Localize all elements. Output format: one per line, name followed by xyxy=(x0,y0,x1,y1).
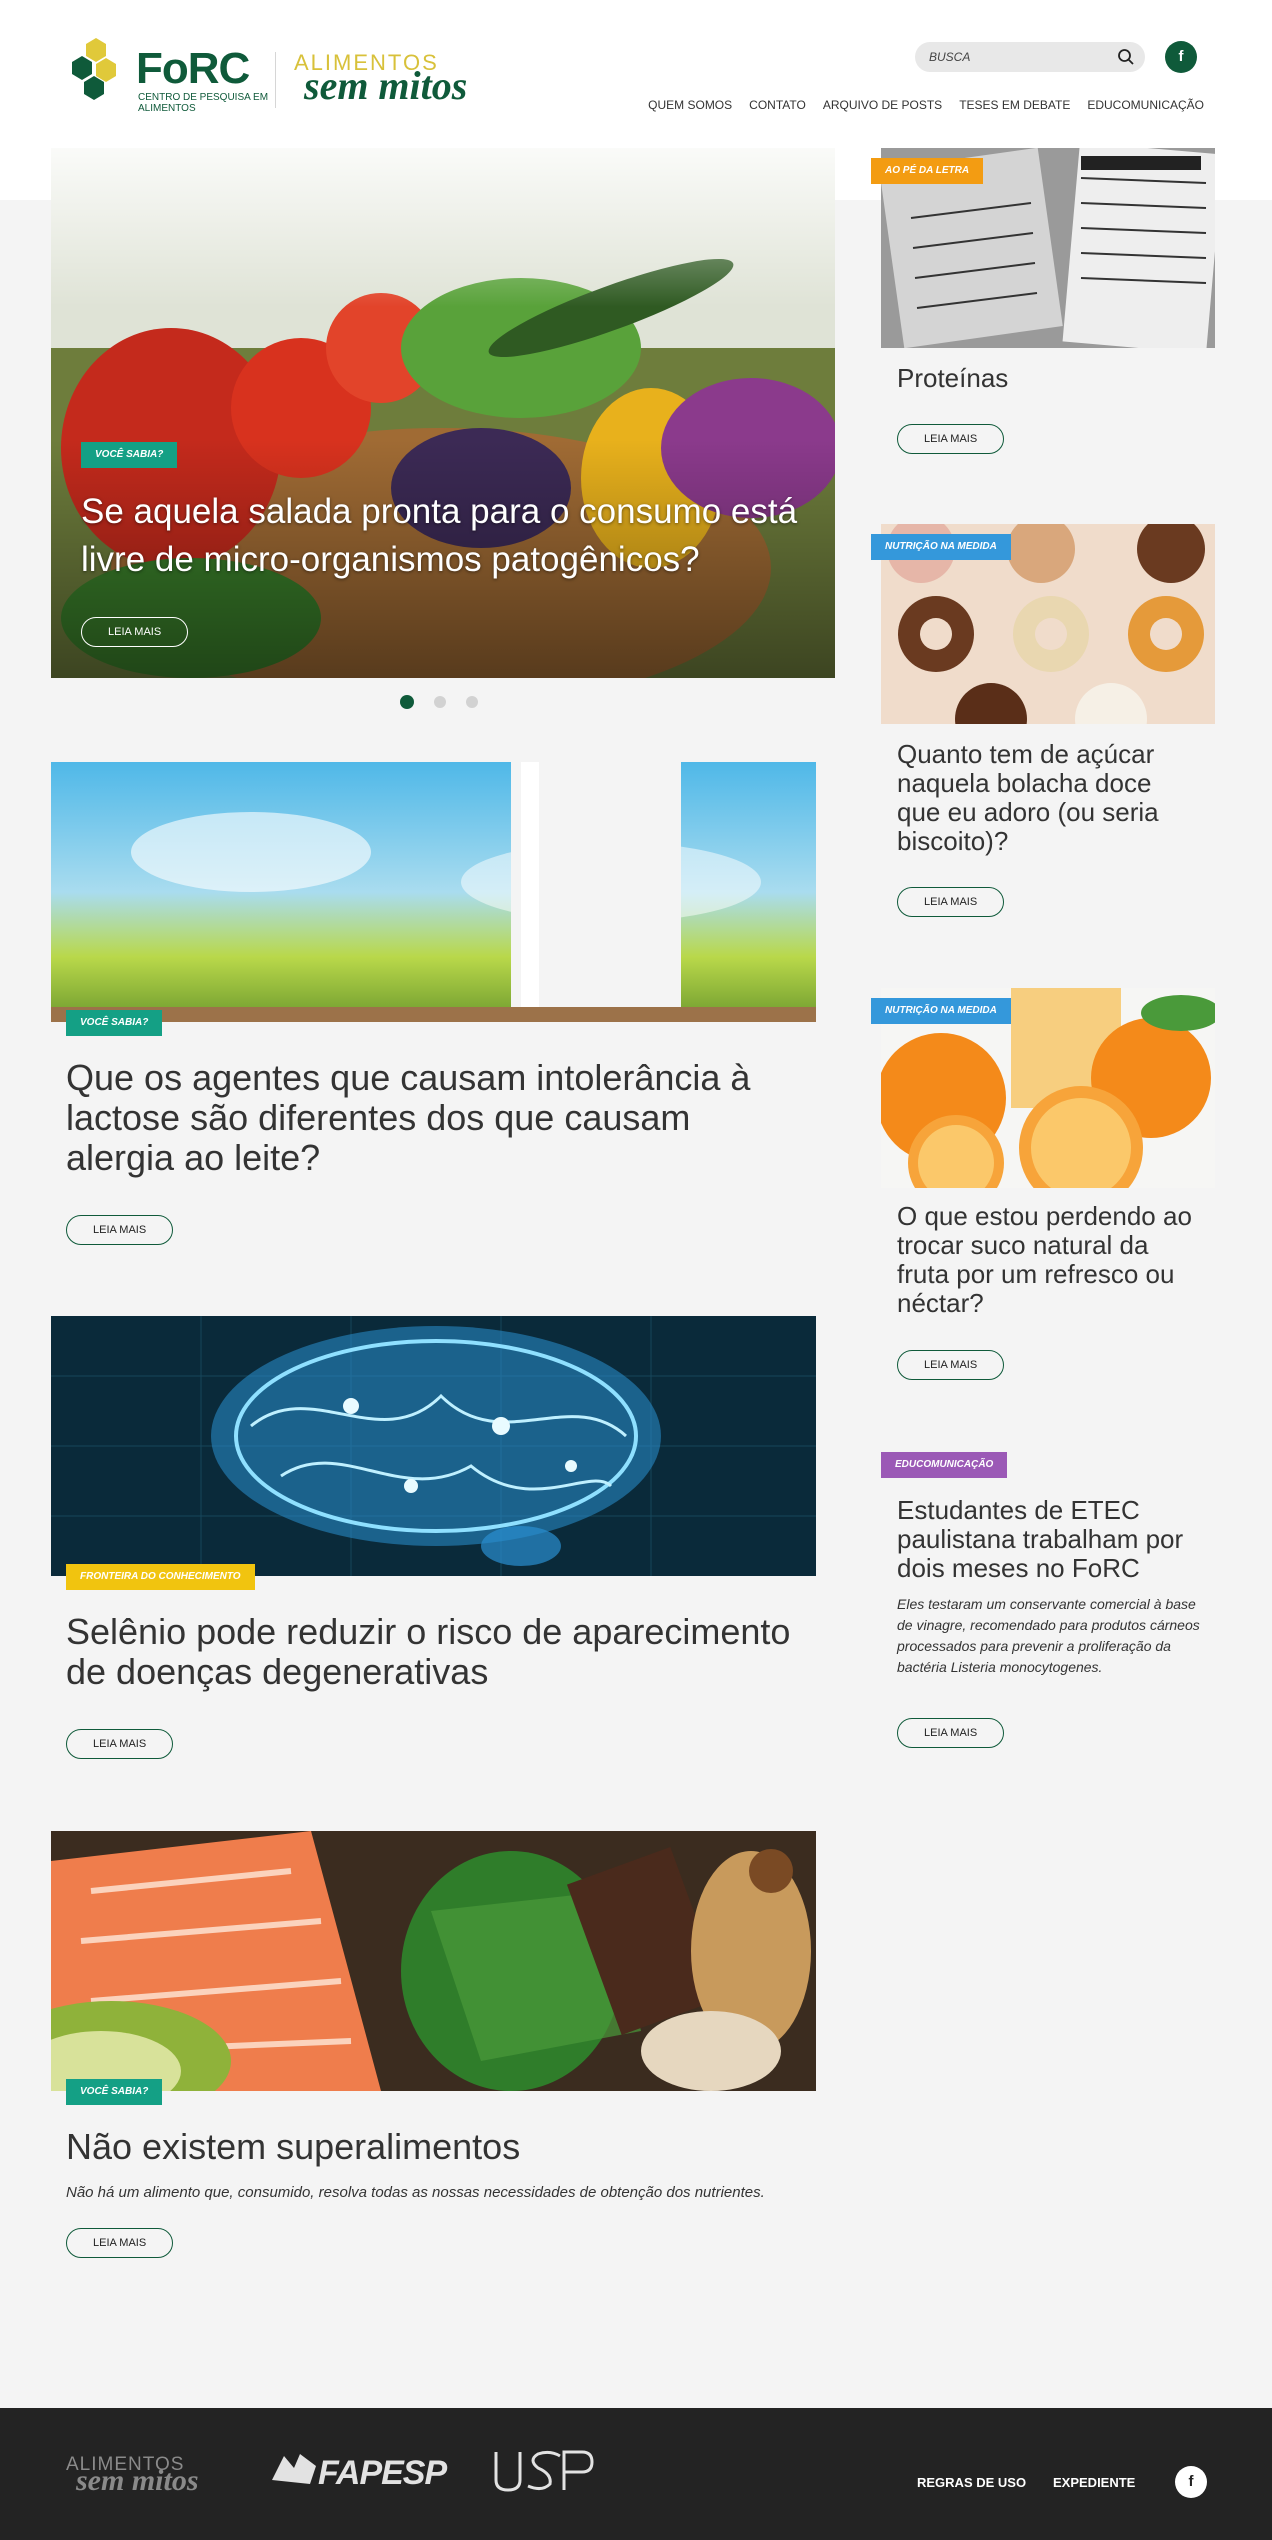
sidebar-read-more-button[interactable]: LEIA MAIS xyxy=(897,887,1005,917)
forc-logo[interactable]: FoRC Centro de Pesquisa em Alimentos xyxy=(66,36,268,116)
facebook-icon[interactable]: f xyxy=(1165,41,1197,73)
search-box xyxy=(915,42,1145,72)
article-image-superfoods[interactable] xyxy=(51,1831,816,2091)
main-nav: QUEM SOMOS CONTATO ARQUIVO DE POSTS TESE… xyxy=(648,98,1204,118)
nav-quem-somos[interactable]: QUEM SOMOS xyxy=(648,98,732,118)
article-read-more-button[interactable]: LEIA MAIS xyxy=(66,2228,174,2258)
sidebar-category-tag[interactable]: NUTRIÇÃO NA MEDIDA xyxy=(871,998,1011,1024)
nav-educomunicacao[interactable]: EDUCOMUNICAÇÃO xyxy=(1087,98,1204,118)
article-category-tag[interactable]: VOCÊ SABIA? xyxy=(66,2079,163,2105)
article-excerpt: Não há um alimento que, consumido, resol… xyxy=(66,2184,765,2201)
slider-dot-1[interactable] xyxy=(400,695,414,709)
fapesp-bird-icon xyxy=(272,2454,316,2484)
footer-usp-logo[interactable] xyxy=(490,2446,596,2496)
article-read-more-button[interactable]: LEIA MAIS xyxy=(66,1729,174,1759)
forc-logo-name: FoRC xyxy=(136,44,250,93)
sidebar-card-proteinas: AO PÉ DA LETRA Proteínas LEIA MAIS xyxy=(871,148,1215,458)
footer-alimentos-sem-mitos-logo[interactable]: ALIMENTOS sem mitos xyxy=(66,2454,246,2497)
article-category-tag[interactable]: FRONTEIRA DO CONHECIMENTO xyxy=(66,1564,255,1590)
hero-overlay xyxy=(51,148,835,678)
article-category-tag[interactable]: VOCÊ SABIA? xyxy=(66,1010,163,1036)
nav-teses-em-debate[interactable]: TESES EM DEBATE xyxy=(959,98,1070,118)
sidebar-excerpt: Eles testaram um conservante comercial à… xyxy=(897,1596,1200,1675)
footer-fapesp-logo[interactable]: FAPESP xyxy=(270,2446,454,2496)
forc-logo-subtitle: Centro de Pesquisa em Alimentos xyxy=(138,92,269,114)
article-card-lactose: VOCÊ SABIA? Que os agentes que causam in… xyxy=(51,762,816,1252)
sidebar-title[interactable]: Quanto tem de açúcar naquela bolacha doc… xyxy=(897,740,1197,856)
hero-slider[interactable]: VOCÊ SABIA? Se aquela salada pronta para… xyxy=(51,148,835,678)
nav-contato[interactable]: CONTATO xyxy=(749,98,806,118)
footer-fapesp-text: FAPESP xyxy=(318,2454,447,2492)
search-input[interactable] xyxy=(929,46,1109,68)
article-title[interactable]: Selênio pode reduzir o risco de aparecim… xyxy=(66,1612,806,1692)
sidebar-card-etec: EDUCOMUNICAÇÃO Estudantes de ETEC paulis… xyxy=(881,1452,1215,1752)
footer-facebook-icon[interactable]: f xyxy=(1175,2466,1207,2498)
article-title[interactable]: Que os agentes que causam intolerância à… xyxy=(66,1058,806,1178)
hero-category-tag[interactable]: VOCÊ SABIA? xyxy=(81,442,178,468)
alimentos-sem-mitos-logo[interactable]: ALIMENTOS sem mitos xyxy=(294,50,534,110)
sidebar-category-tag[interactable]: NUTRIÇÃO NA MEDIDA xyxy=(871,534,1011,560)
site-footer: ALIMENTOS sem mitos FAPESP REGRAS DE USO… xyxy=(0,2408,1272,2540)
slider-dot-3[interactable] xyxy=(466,696,478,708)
slider-dots xyxy=(400,695,480,710)
footer-link-regras-de-uso[interactable]: REGRAS DE USO xyxy=(917,2475,1026,2490)
sidebar-card-acucar: NUTRIÇÃO NA MEDIDA Quanto tem de açúcar … xyxy=(871,524,1215,924)
article-card-superalimentos: VOCÊ SABIA? Não existem superalimentos N… xyxy=(51,1831,816,2311)
hero-title[interactable]: Se aquela salada pronta para o consumo e… xyxy=(81,488,821,584)
sidebar-read-more-button[interactable]: LEIA MAIS xyxy=(897,424,1005,454)
footer-asm-line2: sem mitos xyxy=(76,2464,199,2497)
article-image-milk[interactable] xyxy=(51,762,816,1022)
article-image-brain[interactable] xyxy=(51,1316,816,1576)
sidebar-card-suco: NUTRIÇÃO NA MEDIDA O que estou perdendo … xyxy=(871,988,1215,1388)
article-card-selenio: FRONTEIRA DO CONHECIMENTO Selênio pode r… xyxy=(51,1316,816,1766)
sidebar-category-tag[interactable]: AO PÉ DA LETRA xyxy=(871,158,984,184)
sidebar-title[interactable]: Proteínas xyxy=(897,364,1197,393)
slider-dot-2[interactable] xyxy=(434,696,446,708)
sidebar-read-more-button[interactable]: LEIA MAIS xyxy=(897,1718,1005,1748)
article-read-more-button[interactable]: LEIA MAIS xyxy=(66,1215,174,1245)
asm-logo-line2: sem mitos xyxy=(304,63,468,108)
forc-hexagon-icon xyxy=(72,38,116,100)
sidebar-read-more-button[interactable]: LEIA MAIS xyxy=(897,1350,1005,1380)
article-title[interactable]: Não existem superalimentos xyxy=(66,2127,806,2167)
footer-link-expediente[interactable]: EXPEDIENTE xyxy=(1053,2475,1135,2490)
sidebar-title[interactable]: Estudantes de ETEC paulistana trabalham … xyxy=(897,1496,1197,1583)
nav-arquivo-de-posts[interactable]: ARQUIVO DE POSTS xyxy=(823,98,942,118)
logo-divider xyxy=(275,52,276,108)
search-icon[interactable] xyxy=(1117,48,1135,66)
sidebar-title[interactable]: O que estou perdendo ao trocar suco natu… xyxy=(897,1202,1197,1318)
sidebar-category-tag[interactable]: EDUCOMUNICAÇÃO xyxy=(881,1452,1008,1478)
hero-read-more-button[interactable]: LEIA MAIS xyxy=(81,617,189,647)
